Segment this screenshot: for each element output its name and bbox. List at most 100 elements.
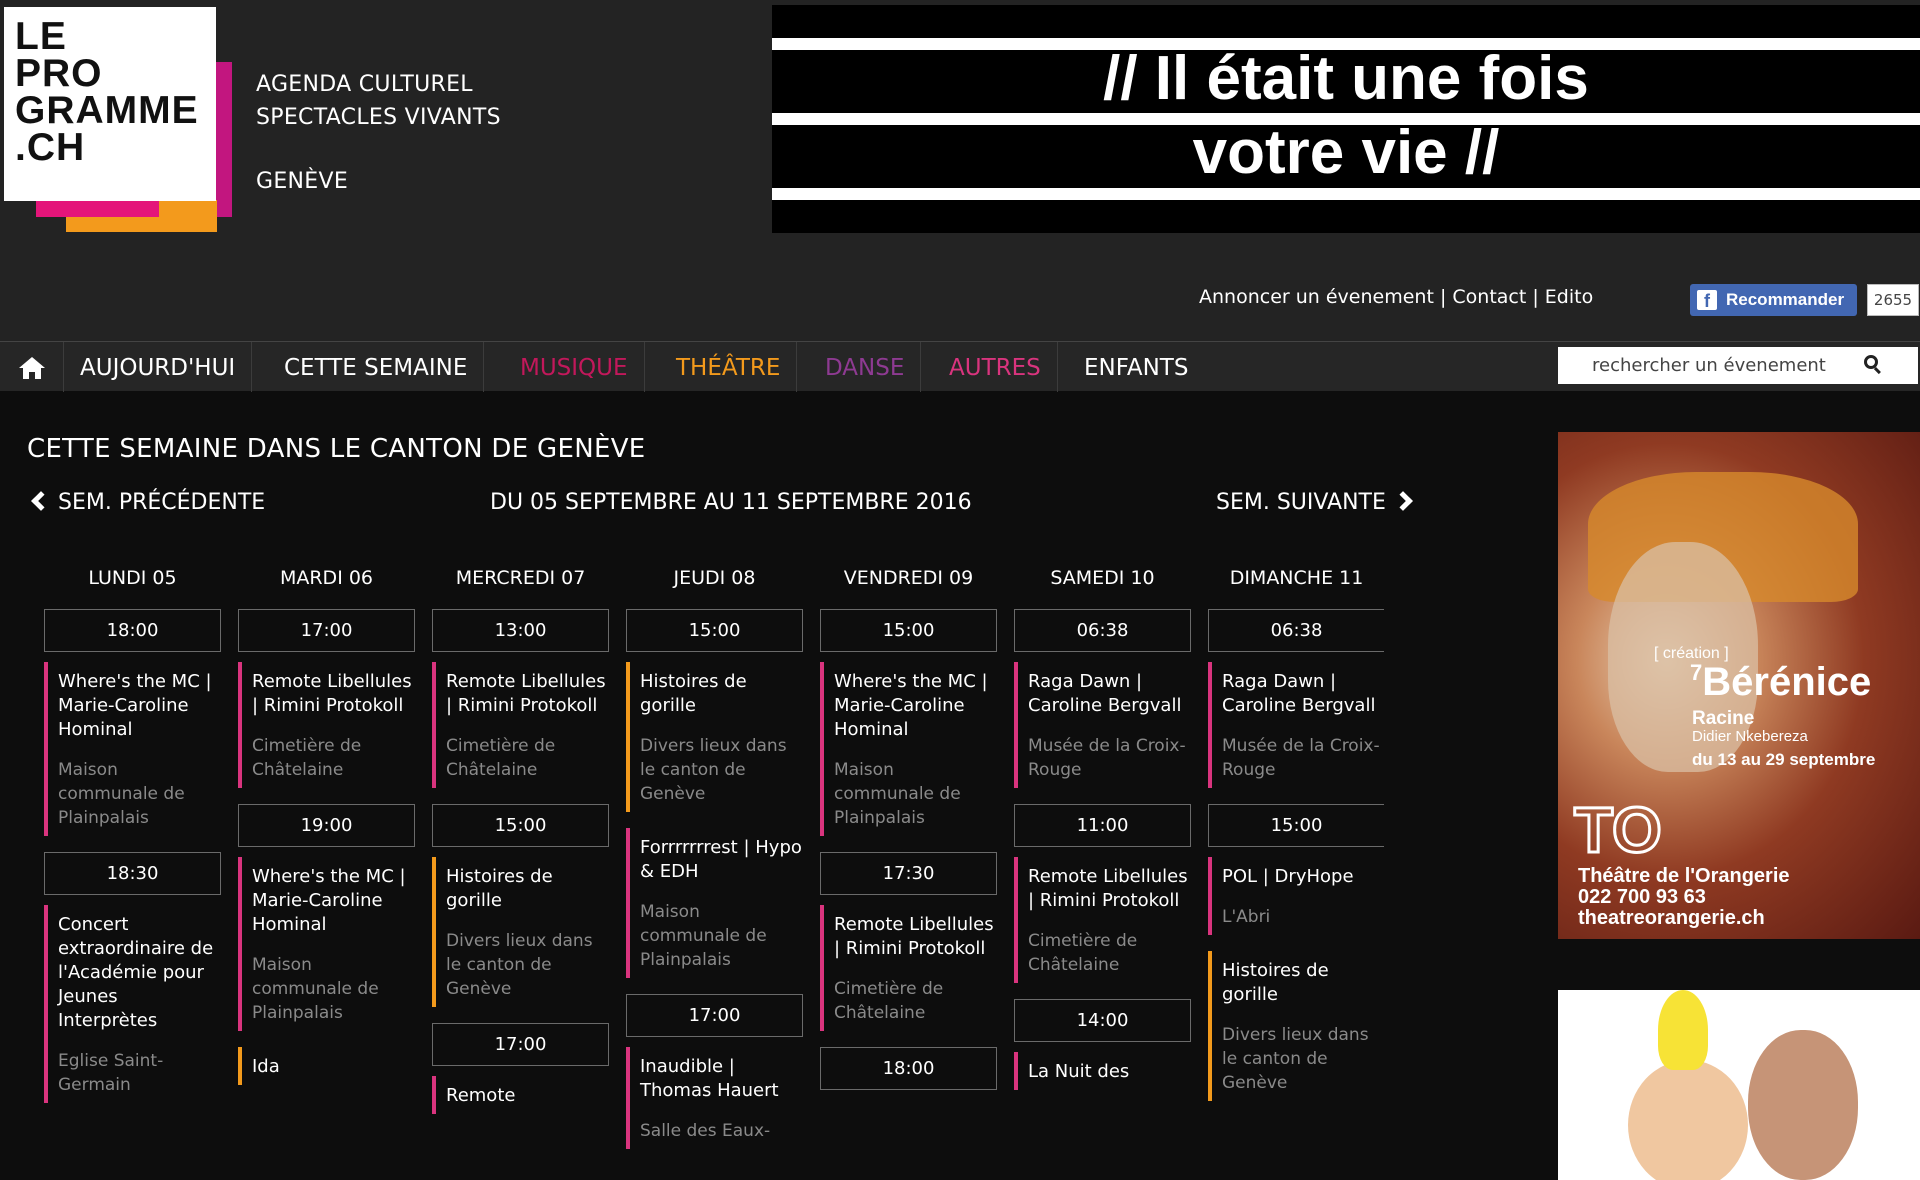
event-item[interactable]: Histoires de gorille Divers lieux dans le… (432, 857, 609, 1007)
event-title[interactable]: Histoires de gorille (446, 865, 609, 913)
event-item[interactable]: Remote Libellules | Rimini Protokoll Cime… (820, 905, 997, 1031)
ad-logo-to: TO (1573, 793, 1664, 868)
link-contact[interactable]: Contact (1452, 286, 1526, 308)
day-header: DIMANCHE 11 (1229, 567, 1364, 589)
event-item[interactable]: La Nuit des (1014, 1052, 1191, 1090)
event-venue: Maison communale de Plainpalais (252, 955, 379, 1023)
event-title[interactable]: Where's the MC | Marie-Caroline Hominal (58, 670, 221, 742)
time-slot: 15:00 (820, 609, 997, 652)
event-item[interactable]: Inaudible | Thomas Hauert Salle des Eaux- (626, 1047, 803, 1149)
event-item[interactable]: Ida (238, 1047, 415, 1085)
site-logo[interactable]: LE PRO GRAMME .CH (0, 0, 240, 240)
nav-aujourdhui[interactable]: AUJOURD'HUI (64, 342, 253, 392)
logo-line: LE (15, 15, 67, 58)
event-title[interactable]: Where's the MC | Marie-Caroline Hominal (834, 670, 997, 742)
event-title[interactable]: Remote Libellules | Rimini Protokoll (834, 913, 997, 961)
event-venue: Musée de la Croix-Rouge (1222, 736, 1380, 780)
facebook-icon: f (1697, 290, 1717, 311)
event-title[interactable]: Histoires de gorille (640, 670, 803, 718)
ad-man-head-shape (1748, 1030, 1858, 1180)
link-announce-event[interactable]: Annoncer un évenement (1199, 286, 1434, 308)
event-title[interactable]: Remote Libellules | Rimini Protokoll (1028, 865, 1191, 913)
nav-musique[interactable]: MUSIQUE (504, 342, 645, 392)
event-item[interactable]: Remote Libellules | Rimini Protokoll Cime… (238, 662, 415, 788)
ad-dates: du 13 au 29 septembre (1692, 750, 1876, 769)
next-week-link[interactable]: SEM. SUIVANTE (1216, 490, 1413, 515)
home-icon (18, 357, 45, 379)
banner-text-line-2: votre vie // (1192, 118, 1500, 187)
week-range: DU 05 SEPTEMBRE AU 11 SEPTEMBRE 2016 (490, 490, 972, 515)
nav-danse[interactable]: DANSE (809, 342, 922, 392)
logo-text: LE PRO GRAMME .CH (15, 15, 199, 167)
time-slot: 18:30 (44, 852, 221, 895)
event-item[interactable]: Where's the MC | Marie-Caroline Hominal M… (820, 662, 997, 836)
ad-title: 7Bérénice (1690, 660, 1871, 705)
event-venue: Eglise Saint-Germain (58, 1051, 164, 1095)
day-header: MERCREDI 07 (455, 567, 586, 589)
event-item[interactable]: Histoires de gorille Divers lieux dans le… (1208, 951, 1384, 1101)
event-title[interactable]: Where's the MC | Marie-Caroline Hominal (252, 865, 415, 937)
logo-line: GRAMME (15, 89, 199, 132)
sidebar-ad-second[interactable] (1558, 990, 1920, 1180)
banner-stripe (772, 188, 1920, 200)
event-venue: Cimetière de Châtelaine (446, 736, 556, 780)
time-slot: 18:00 (820, 1047, 997, 1090)
day-column: SAMEDI 10 06:38 Raga Dawn | Caroline Bergv… (1014, 567, 1191, 1106)
facebook-recommend-label: Recommander (1726, 290, 1845, 309)
day-header: SAMEDI 10 (1050, 567, 1155, 589)
nav-theatre[interactable]: THÉÂTRE (660, 342, 798, 392)
facebook-recommend-button[interactable]: f Recommander (1690, 284, 1857, 316)
event-venue: Salle des Eaux- (640, 1121, 771, 1141)
time-slot: 15:00 (432, 804, 609, 847)
event-title[interactable]: La Nuit des (1028, 1060, 1191, 1084)
event-venue: L'Abri (1222, 907, 1271, 927)
event-title[interactable]: Raga Dawn | Caroline Bergvall (1028, 670, 1191, 718)
header-banner-ad[interactable]: // Il était une fois votre vie // (772, 5, 1920, 233)
day-header: VENDREDI 09 (843, 567, 974, 589)
logo-pink-block (36, 200, 159, 217)
event-title[interactable]: Raga Dawn | Caroline Bergvall (1222, 670, 1384, 718)
link-edito[interactable]: Edito (1545, 286, 1593, 308)
time-slot: 17:00 (626, 994, 803, 1037)
search-icon[interactable] (1864, 355, 1882, 375)
event-item[interactable]: Remote Libellules | Rimini Protokoll Cime… (1014, 857, 1191, 983)
time-slot: 18:00 (44, 609, 221, 652)
event-item[interactable]: Forrrrrrrest | Hypo & EDH Maison communal… (626, 828, 803, 978)
event-title[interactable]: Inaudible | Thomas Hauert (640, 1055, 803, 1103)
previous-week-link[interactable]: SEM. PRÉCÉDENTE (30, 490, 265, 515)
tagline-city: GENÈVE (256, 169, 349, 194)
event-title[interactable]: Remote Libellules | Rimini Protokoll (446, 670, 609, 718)
event-item[interactable]: Remote Libellules | Rimini Protokoll Cime… (432, 662, 609, 788)
event-item[interactable]: Remote (432, 1076, 609, 1114)
event-title[interactable]: Remote (446, 1084, 609, 1108)
ad-author: Racine (1692, 708, 1755, 729)
event-title[interactable]: Histoires de gorille (1222, 959, 1384, 1007)
time-slot: 17:00 (238, 609, 415, 652)
nav-enfants[interactable]: ENFANTS (1068, 342, 1204, 392)
nav-autres[interactable]: AUTRES (933, 342, 1058, 392)
day-column: DIMANCHE 11 06:38 Raga Dawn | Caroline Ber… (1208, 567, 1384, 1117)
event-item[interactable]: POL | DryHope L'Abri (1208, 857, 1384, 935)
event-item[interactable]: Concert extraordinaire de l'Académie pou… (44, 905, 221, 1103)
search-input[interactable] (1558, 347, 1868, 384)
facebook-count: 2655 (1867, 284, 1919, 316)
chevron-left-icon (31, 491, 51, 511)
event-venue: Musée de la Croix-Rouge (1028, 736, 1186, 780)
event-title[interactable]: Remote Libellules | Rimini Protokoll (252, 670, 415, 718)
logo-line: PRO (15, 52, 103, 95)
time-slot: 06:38 (1208, 609, 1384, 652)
event-item[interactable]: Where's the MC | Marie-Caroline Hominal M… (44, 662, 221, 836)
day-column: JEUDI 08 15:00 Histoires de gorille Divers … (626, 567, 803, 1165)
event-title[interactable]: Ida (252, 1055, 415, 1079)
event-title[interactable]: Concert extraordinaire de l'Académie pou… (58, 913, 221, 1033)
event-item[interactable]: Raga Dawn | Caroline Bergvall Musée de la… (1208, 662, 1384, 788)
event-title[interactable]: Forrrrrrrest | Hypo & EDH (640, 836, 803, 884)
nav-cette-semaine[interactable]: CETTE SEMAINE (268, 342, 485, 392)
event-item[interactable]: Where's the MC | Marie-Caroline Hominal M… (238, 857, 415, 1031)
event-title[interactable]: POL | DryHope (1222, 865, 1384, 889)
event-item[interactable]: Histoires de gorille Divers lieux dans le… (626, 662, 803, 812)
time-slot: 11:00 (1014, 804, 1191, 847)
time-slot: 17:30 (820, 852, 997, 895)
event-item[interactable]: Raga Dawn | Caroline Bergvall Musée de la… (1014, 662, 1191, 788)
nav-home[interactable] (0, 342, 64, 392)
